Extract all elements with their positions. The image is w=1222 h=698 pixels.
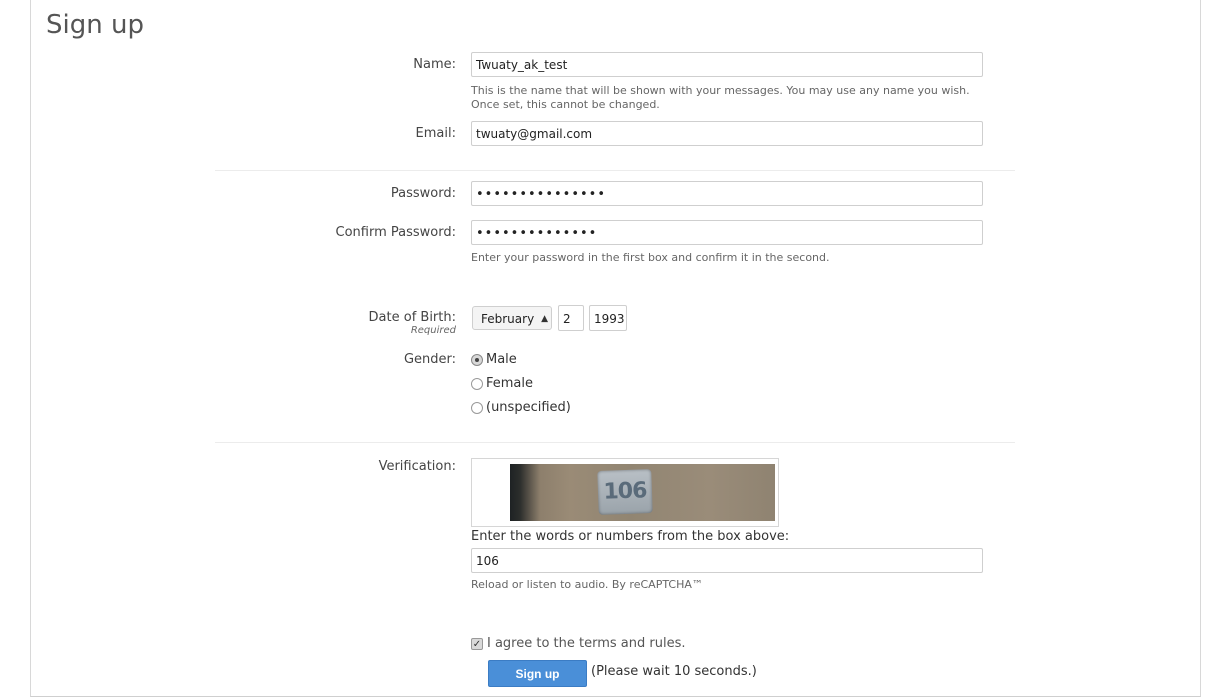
gender-option-male[interactable]: Male <box>471 352 517 367</box>
captcha-response-field[interactable]: 106 <box>471 548 983 573</box>
dob-required-note: Required <box>410 325 456 336</box>
gender-option-label: Male <box>486 352 517 367</box>
email-field[interactable]: twuaty@gmail.com <box>471 121 983 146</box>
captcha-prompt: Enter the words or numbers from the box … <box>471 529 790 544</box>
name-label: Name: <box>413 57 456 72</box>
dob-label: Date of Birth: <box>368 310 456 325</box>
agree-prefix: I agree to the <box>487 636 580 651</box>
page-title: Sign up <box>46 10 144 40</box>
checkbox-checked-icon[interactable]: ✓ <box>471 637 483 650</box>
gender-option-label: Female <box>486 376 534 391</box>
captcha-image: 106 <box>510 464 775 521</box>
agree-row: ✓ I agree to the terms and rules . <box>471 636 686 651</box>
verification-label: Verification: <box>378 459 456 474</box>
section-divider <box>215 170 1015 171</box>
captcha-hint: Reload or listen to audio. By reCAPTCHA™ <box>471 578 703 591</box>
dob-month-select[interactable]: February ▲ <box>472 306 552 330</box>
section-divider <box>215 442 1015 443</box>
dob-month-value: February <box>481 312 535 326</box>
select-arrows-icon: ▲ <box>541 314 548 324</box>
radio-icon[interactable] <box>471 377 483 390</box>
name-hint: This is the name that will be shown with… <box>471 84 970 111</box>
captcha-text: 106 <box>597 469 653 515</box>
name-field[interactable]: Twuaty_ak_test <box>471 52 983 77</box>
signup-button[interactable]: Sign up <box>488 660 587 687</box>
dob-year-field[interactable]: 1993 <box>589 305 627 331</box>
radio-checked-icon[interactable] <box>471 353 483 366</box>
password-field[interactable]: ••••••••••••••• <box>471 181 983 206</box>
captcha-widget: 106 <box>471 458 779 527</box>
gender-option-label: (unspecified) <box>486 400 571 415</box>
terms-link[interactable]: terms and rules <box>579 636 681 651</box>
email-label: Email: <box>415 126 456 141</box>
gender-option-female[interactable]: Female <box>471 376 533 391</box>
password-hint: Enter your password in the first box and… <box>471 251 830 264</box>
wait-text: (Please wait 10 seconds.) <box>591 664 757 679</box>
confirm-password-field[interactable]: •••••••••••••• <box>471 220 983 245</box>
password-label: Password: <box>390 186 456 201</box>
gender-option-unspecified[interactable]: (unspecified) <box>471 400 571 415</box>
gender-label: Gender: <box>403 352 456 367</box>
radio-icon[interactable] <box>471 401 483 414</box>
dob-day-field[interactable]: 2 <box>558 305 584 331</box>
agree-suffix: . <box>681 636 686 651</box>
confirm-password-label: Confirm Password: <box>335 225 456 240</box>
